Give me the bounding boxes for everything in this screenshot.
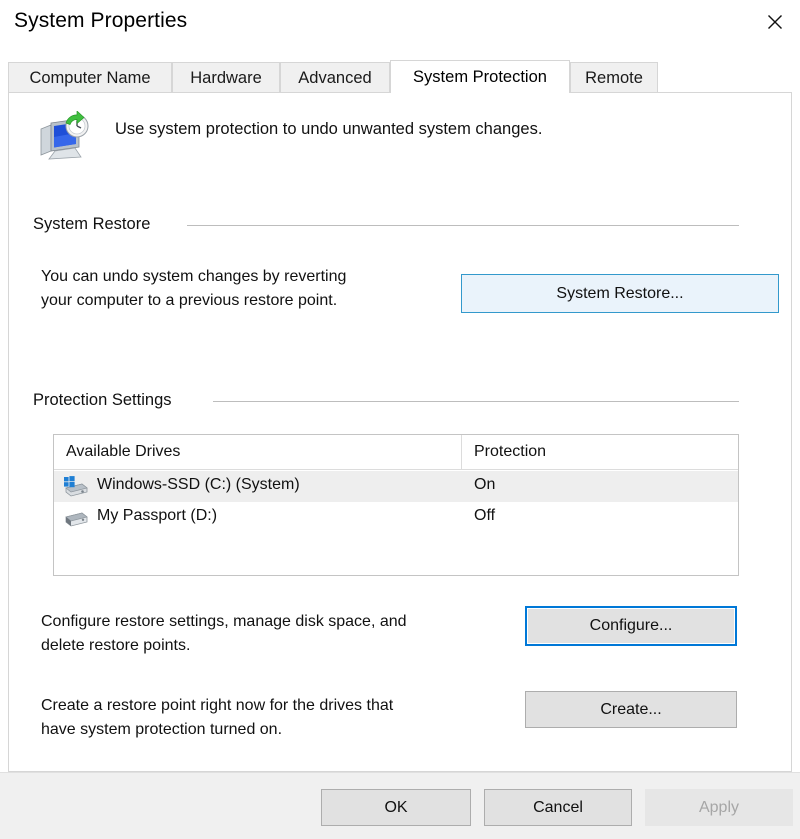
create-description-line2: have system protection turned on. [41, 718, 511, 742]
tab-system-protection[interactable]: System Protection [390, 60, 570, 93]
tab-label: System Protection [413, 68, 547, 87]
external-drive-icon [63, 506, 89, 530]
create-description-line1: Create a restore point right now for the… [41, 694, 511, 718]
system-restore-description-line1: You can undo system changes by reverting [41, 265, 441, 289]
drive-name: My Passport (D:) [97, 507, 217, 525]
close-icon[interactable] [750, 0, 800, 44]
tab-remote[interactable]: Remote [570, 62, 658, 93]
dialog-footer: OK Cancel Apply [0, 772, 800, 839]
column-divider [461, 435, 462, 470]
system-restore-group-label: System Restore [33, 215, 150, 234]
configure-description: Configure restore settings, manage disk … [41, 610, 511, 658]
group-separator [187, 225, 739, 226]
cancel-button-label: Cancel [533, 799, 583, 817]
panel-description: Use system protection to undo unwanted s… [115, 120, 542, 139]
configure-description-line2: delete restore points. [41, 634, 511, 658]
tab-advanced[interactable]: Advanced [280, 62, 390, 93]
configure-button[interactable]: Configure... [525, 606, 737, 646]
system-restore-description: You can undo system changes by reverting… [41, 265, 441, 313]
apply-button: Apply [645, 789, 793, 826]
column-header-available-drives: Available Drives [66, 443, 180, 461]
tab-label: Remote [585, 69, 643, 88]
ok-button[interactable]: OK [321, 789, 471, 826]
system-properties-dialog: System Properties Computer Name Hardware… [0, 0, 800, 838]
system-restore-computer-icon [35, 111, 95, 165]
system-restore-description-line2: your computer to a previous restore poin… [41, 289, 441, 313]
configure-button-label: Configure... [590, 617, 673, 635]
window-title: System Properties [14, 9, 187, 33]
tab-hardware[interactable]: Hardware [172, 62, 280, 93]
table-row[interactable]: Windows-SSD (C:) (System) On [54, 471, 738, 502]
tab-content-panel: Use system protection to undo unwanted s… [8, 92, 792, 772]
group-separator [213, 401, 739, 402]
tab-computer-name[interactable]: Computer Name [8, 62, 172, 93]
drive-protection-status: On [474, 476, 495, 494]
system-restore-button-label: System Restore... [556, 285, 683, 303]
tab-label: Hardware [190, 69, 262, 88]
ok-button-label: OK [384, 799, 407, 817]
table-header-row: Available Drives Protection [54, 435, 738, 470]
create-button-label: Create... [600, 701, 661, 719]
protection-settings-group-label: Protection Settings [33, 391, 172, 410]
tab-strip: Computer Name Hardware Advanced System P… [8, 62, 792, 93]
windows-system-drive-icon [63, 475, 89, 499]
title-bar: System Properties [0, 0, 800, 46]
table-row[interactable]: My Passport (D:) Off [54, 502, 738, 533]
apply-button-label: Apply [699, 799, 739, 817]
create-button[interactable]: Create... [525, 691, 737, 728]
cancel-button[interactable]: Cancel [484, 789, 632, 826]
drive-name: Windows-SSD (C:) (System) [97, 476, 300, 494]
tab-label: Advanced [298, 69, 371, 88]
available-drives-table[interactable]: Available Drives Protection [53, 434, 739, 576]
column-header-protection: Protection [474, 443, 546, 461]
tab-label: Computer Name [29, 69, 150, 88]
drive-protection-status: Off [474, 507, 495, 525]
configure-description-line1: Configure restore settings, manage disk … [41, 610, 511, 634]
create-description: Create a restore point right now for the… [41, 694, 511, 742]
system-restore-button[interactable]: System Restore... [461, 274, 779, 313]
